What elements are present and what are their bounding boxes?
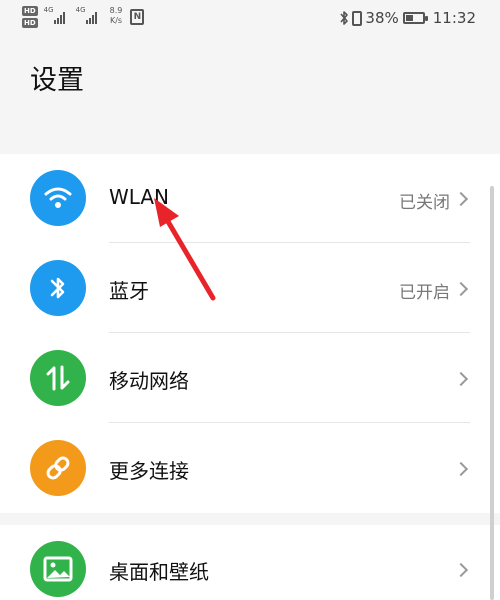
chevron-right-icon xyxy=(453,562,469,578)
settings-row-bluetooth[interactable]: 蓝牙 已开启 xyxy=(0,244,500,334)
hd-badge-1: HD xyxy=(22,6,38,16)
status-bar: HD HD 4G 4G 8.9 K/s N 38% 11:32 xyxy=(0,0,500,40)
nfc-icon: N xyxy=(130,9,145,25)
wlan-label: WLAN xyxy=(109,185,170,209)
bluetooth-icon xyxy=(30,260,86,316)
hd-voice-indicators: HD HD xyxy=(22,6,38,28)
status-left-icons: HD HD 4G 4G 8.9 K/s N xyxy=(22,6,145,28)
bluetooth-status-icon xyxy=(340,11,349,25)
vibrate-icon xyxy=(352,10,363,26)
chevron-right-icon xyxy=(453,371,469,387)
divider xyxy=(109,242,470,243)
divider xyxy=(109,422,470,423)
chevron-right-icon xyxy=(453,281,469,297)
settings-card-display: 桌面和壁纸 xyxy=(0,525,500,600)
network-speed-value: 8.9 xyxy=(109,6,123,15)
chevron-right-icon xyxy=(453,461,469,477)
mobile-data-icon xyxy=(30,350,86,406)
mobile-network-label: 移动网络 xyxy=(109,369,189,393)
status-right-icons: 38% 11:32 xyxy=(339,9,476,27)
bluetooth-status: 已开启 xyxy=(399,283,450,303)
chevron-right-icon xyxy=(453,191,469,207)
settings-row-wallpaper[interactable]: 桌面和壁纸 xyxy=(0,525,500,600)
settings-card-connections: WLAN 已关闭 蓝牙 已开启 移动网络 更多连接 xyxy=(0,154,500,513)
network-speed: 8.9 K/s xyxy=(110,6,123,26)
wallpaper-icon xyxy=(30,541,86,597)
settings-row-wlan[interactable]: WLAN 已关闭 xyxy=(0,154,500,244)
settings-row-more-connections[interactable]: 更多连接 xyxy=(0,424,500,514)
scrollbar[interactable] xyxy=(490,186,494,600)
link-icon xyxy=(30,440,86,496)
signal-icon-sim1: 4G xyxy=(44,6,72,28)
clock: 11:32 xyxy=(432,9,476,27)
more-connections-label: 更多连接 xyxy=(109,459,189,483)
hd-badge-2: HD xyxy=(22,18,38,28)
divider xyxy=(109,332,470,333)
battery-icon xyxy=(402,12,428,24)
settings-row-mobile-network[interactable]: 移动网络 xyxy=(0,334,500,424)
network-speed-unit: K/s xyxy=(109,16,123,25)
signal-label-2: 4G xyxy=(75,6,86,14)
wallpaper-label: 桌面和壁纸 xyxy=(109,560,209,584)
battery-percent: 38% xyxy=(365,9,399,27)
signal-icon-sim2: 4G xyxy=(76,6,104,28)
page-title: 设置 xyxy=(30,65,84,96)
signal-label-1: 4G xyxy=(43,6,54,14)
bluetooth-label: 蓝牙 xyxy=(109,279,149,303)
wifi-icon xyxy=(30,170,86,226)
wlan-status: 已关闭 xyxy=(399,193,450,213)
